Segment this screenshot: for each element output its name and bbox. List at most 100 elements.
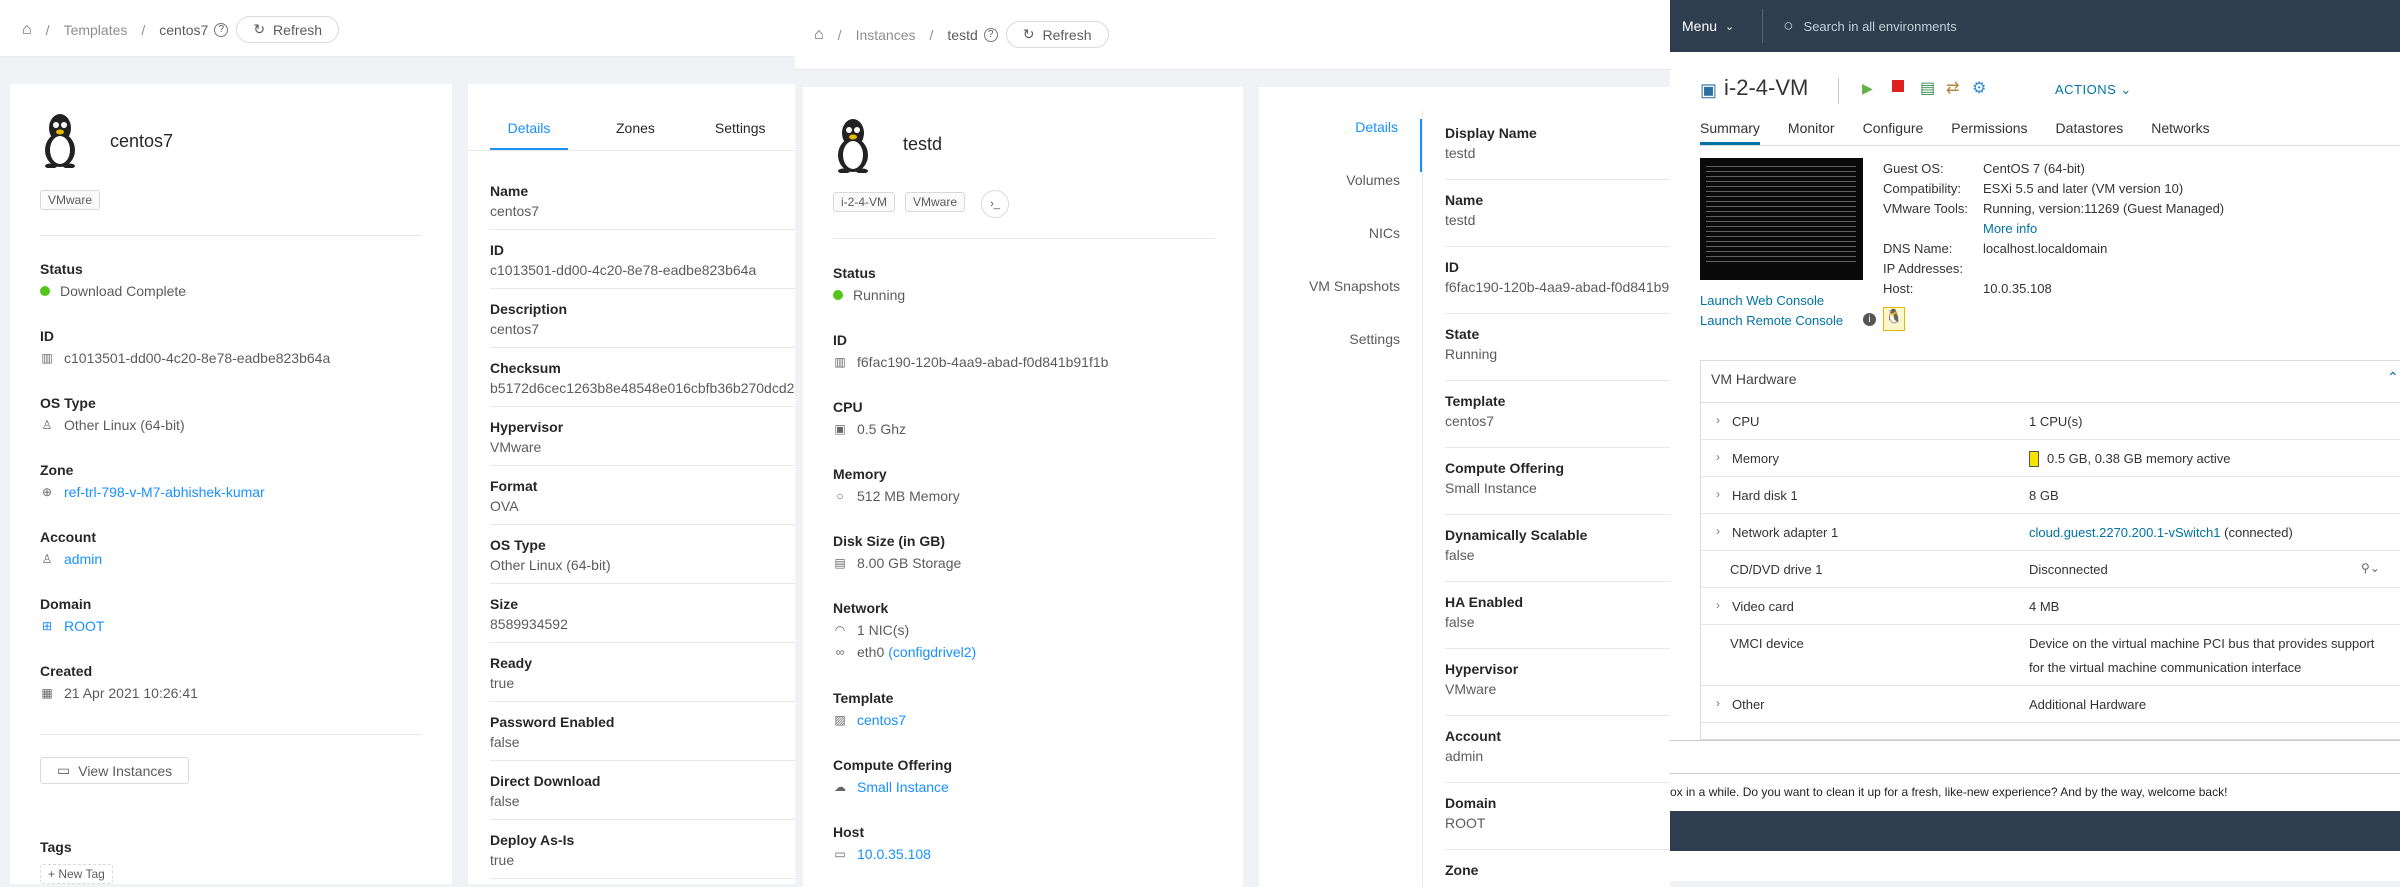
tab-permissions[interactable]: Permissions	[1951, 120, 2027, 145]
tab-details[interactable]: Details	[490, 120, 568, 150]
home-icon[interactable]: ⌂	[22, 21, 32, 39]
view-instances-button[interactable]: ▭ View Instances	[40, 757, 190, 784]
vertical-tabs: Details Volumes NICs VM Snapshots Settin…	[1259, 119, 1422, 384]
detail-row: Hypervisor VMware	[1445, 649, 1670, 716]
new-tag-button[interactable]: + New Tag	[40, 864, 113, 884]
migrate-icon[interactable]: ⇄	[1946, 78, 1959, 98]
tabs-divider	[468, 150, 795, 151]
refresh-button[interactable]: ↻ Refresh	[236, 16, 340, 43]
vm-console-thumbnail[interactable]	[1700, 158, 1863, 280]
tab-settings[interactable]: Settings	[1259, 331, 1422, 384]
memory-usage-icon	[2029, 451, 2039, 467]
domain-link[interactable]: ROOT	[64, 618, 104, 634]
notification-text: ox in a while. Do you want to clean it u…	[1670, 785, 2228, 799]
help-icon[interactable]: ?	[983, 27, 998, 42]
launch-remote-console-link[interactable]: Launch Remote Console	[1700, 313, 1843, 328]
collapse-icon[interactable]: ⌃	[2387, 369, 2399, 386]
network-link[interactable]: (configdrivel2)	[888, 644, 976, 660]
hardware-row-cd-dvd: CD/DVD drive 1 Disconnected ⚲⌄	[1701, 551, 2400, 588]
tab-nics[interactable]: NICs	[1259, 225, 1422, 278]
tab-summary[interactable]: Summary	[1700, 120, 1760, 145]
tab-zones[interactable]: Zones	[616, 120, 655, 150]
picture-icon: ▨	[834, 713, 846, 727]
host-link[interactable]: 10.0.35.108	[857, 846, 931, 862]
search-box[interactable]: ○ Search in all environments	[1783, 16, 1956, 36]
barcode-icon: ▥	[834, 355, 846, 369]
status-field: Status Running	[833, 265, 906, 303]
user-icon: ♙	[41, 552, 53, 566]
tab-vm-snapshots[interactable]: VM Snapshots	[1259, 278, 1422, 331]
info-icon[interactable]: i	[1863, 313, 1876, 326]
zone-link[interactable]: ref-trl-798-v-M7-abhishek-kumar	[64, 484, 265, 500]
status-dot	[40, 286, 50, 296]
hardware-row-hard-disk: › Hard disk 18 GB	[1701, 477, 2400, 514]
detail-row: Description centos7	[490, 289, 795, 348]
breadcrumb-instances[interactable]: Instances	[856, 27, 916, 43]
console-icon[interactable]: ▤	[1920, 78, 1935, 98]
divider	[40, 734, 422, 735]
home-icon[interactable]: ⌂	[814, 26, 824, 44]
hardware-row-memory: › Memory 0.5 GB, 0.38 GB memory active	[1701, 440, 2400, 477]
launch-web-console-link[interactable]: Launch Web Console	[1700, 293, 1824, 308]
tab-details[interactable]: Details	[1259, 119, 1422, 172]
detail-row: State Running	[1445, 314, 1670, 381]
detail-row: OS Type Other Linux (64-bit)	[490, 525, 795, 584]
account-link[interactable]: admin	[64, 551, 102, 567]
menu-button[interactable]: Menu ⌄	[1682, 18, 1734, 34]
chevron-right-icon[interactable]: ›	[1716, 487, 1720, 501]
chevron-right-icon[interactable]: ›	[1716, 598, 1720, 612]
hardware-list: › CPU 1 CPU(s) › Memory 0.5 GB, 0.38 GB memo…	[1701, 403, 2400, 743]
refresh-button[interactable]: ↻ Refresh	[1005, 21, 1109, 48]
instance-details-card: Details Volumes NICs VM Snapshots Settin…	[1259, 87, 1670, 887]
more-info-link[interactable]: More info	[1983, 221, 2037, 236]
help-icon[interactable]: ?	[214, 22, 229, 37]
tab-configure[interactable]: Configure	[1863, 120, 1924, 145]
power-on-icon[interactable]: ▶	[1862, 80, 1873, 97]
template-link[interactable]: centos7	[857, 712, 906, 728]
hardware-row-network-adapter: › Network adapter 1 cloud.guest.2270.200.1…	[1701, 514, 2400, 551]
power-off-icon[interactable]	[1892, 80, 1904, 92]
domain-icon: ⊞	[41, 619, 53, 633]
tab-volumes[interactable]: Volumes	[1259, 172, 1422, 225]
breadcrumb: ⌂ / Instances / testd ? ↻ Refresh	[814, 21, 1109, 48]
title-separator	[1838, 78, 1839, 104]
chevron-right-icon[interactable]: ›	[1716, 524, 1720, 538]
tab-networks[interactable]: Networks	[2151, 120, 2209, 145]
hardware-row-cpu: › CPU 1 CPU(s)	[1701, 403, 2400, 440]
tab-settings[interactable]: Settings	[715, 120, 766, 150]
vm-name: i-2-4-VM	[1724, 75, 1809, 100]
connect-dropdown-icon[interactable]: ⚲⌄	[2361, 561, 2380, 575]
template-summary-card: centos7 VMware Status Download Complete …	[10, 84, 452, 884]
hardware-row-other: › Other Additional Hardware	[1701, 686, 2400, 723]
snapshot-icon[interactable]: ⚙	[1972, 78, 1986, 98]
detail-row: Name centos7	[490, 171, 795, 230]
hypervisor-tag: VMware	[905, 192, 966, 212]
chevron-right-icon[interactable]: ›	[1716, 696, 1720, 710]
chevron-right-icon[interactable]: ›	[1716, 450, 1720, 464]
detail-row: Compute Offering Small Instance	[1445, 448, 1670, 515]
breadcrumb-templates[interactable]: Templates	[64, 22, 128, 38]
id-field: ID ▥ f6fac190-120b-4aa9-abad-f0d841b91f1b	[833, 332, 1109, 370]
tab-monitor[interactable]: Monitor	[1788, 120, 1835, 145]
templates-header: ⌂ / Templates / centos7 ? ↻ Refresh	[0, 0, 795, 57]
hardware-row-vmci: VMCI device Device on the virtual machine…	[1701, 625, 2400, 686]
vm-hardware-panel: VM Hardware ⌃ › CPU 1 CPU(s) › Memory 0.5 GB…	[1700, 360, 2400, 740]
chevron-right-icon[interactable]: ›	[1716, 413, 1720, 427]
compute-offering-link[interactable]: Small Instance	[857, 779, 949, 795]
detail-row: Template centos7	[1445, 381, 1670, 448]
divider	[833, 238, 1215, 239]
hardware-row-video-card: › Video card 4 MB	[1701, 588, 2400, 625]
vm-tabs: Summary Monitor Configure Permissions Da…	[1700, 120, 2210, 145]
console-button[interactable]: ›_	[981, 190, 1009, 218]
id-field: ID ▥ c1013501-dd00-4c20-8e78-eadbe823b64a	[40, 328, 331, 366]
linux-icon: ♙	[41, 418, 53, 432]
chevron-down-icon: ⌄	[2120, 82, 2132, 97]
actions-menu[interactable]: ACTIONS ⌄	[2055, 82, 2132, 98]
tags-label: Tags	[40, 839, 72, 855]
tab-datastores[interactable]: Datastores	[2056, 120, 2124, 145]
globe-icon: ⊕	[41, 485, 53, 499]
cpu-icon: ▣	[834, 422, 846, 436]
instance-summary-card: testd i-2-4-VM VMware ›_ Status Running …	[803, 87, 1243, 887]
barcode-icon: ▥	[41, 351, 53, 365]
network-link[interactable]: cloud.guest.2270.200.1-vSwitch1	[2029, 525, 2221, 540]
